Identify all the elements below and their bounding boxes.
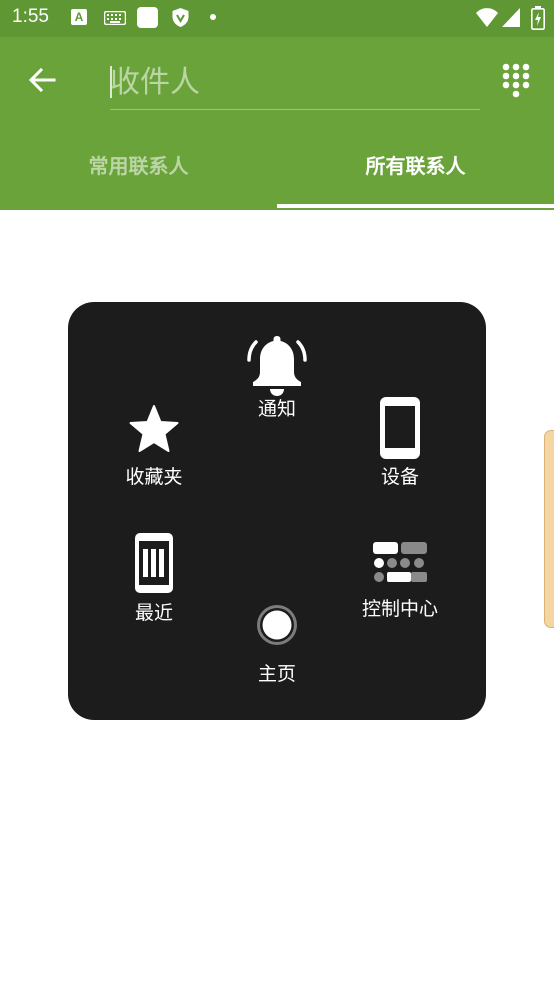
phone-device-icon [380, 397, 420, 459]
cell-signal-icon [502, 8, 520, 27]
menu-item-home[interactable]: 主页 [237, 602, 317, 685]
star-icon [129, 405, 179, 452]
menu-label-home: 主页 [257, 663, 296, 685]
menu-item-control-center[interactable]: 控制中心 [350, 540, 450, 620]
selected-tab-indicator [277, 204, 554, 208]
menu-item-favorites[interactable]: 收藏夹 [114, 404, 194, 488]
home-circle-icon [257, 605, 297, 645]
contacts-tabs: 常用联系人 所有联系人 [0, 135, 554, 210]
back-arrow-icon[interactable] [22, 59, 64, 101]
menu-label-control-center: 控制中心 [361, 598, 438, 620]
menu-item-recents[interactable]: 最近 [114, 532, 194, 624]
bell-icon [247, 336, 307, 396]
text-cursor [110, 66, 112, 98]
menu-label-notifications: 通知 [257, 398, 296, 420]
menu-item-device[interactable]: 设备 [360, 396, 440, 488]
edge-panel-handle[interactable] [544, 430, 554, 628]
shield-icon [172, 8, 189, 27]
status-time: 1:55 [12, 6, 49, 27]
menu-label-favorites: 收藏夹 [125, 466, 183, 488]
recents-icon [135, 533, 173, 593]
accessibility-a-icon: A [71, 9, 87, 25]
battery-icon [531, 6, 545, 30]
tab-all-contacts[interactable]: 所有联系人 [277, 135, 554, 210]
dialpad-icon[interactable] [500, 61, 532, 101]
recipient-field[interactable] [110, 59, 480, 110]
status-bar: 1:55 A [0, 0, 554, 37]
wifi-icon [476, 8, 498, 27]
app-notification-icon [137, 7, 158, 28]
menu-label-device: 设备 [380, 466, 419, 488]
menu-label-recents: 最近 [134, 602, 173, 624]
app-bar: 常用联系人 所有联系人 [0, 37, 554, 210]
keyboard-icon [104, 11, 126, 25]
more-notifications-dot-icon [210, 14, 216, 20]
menu-item-notifications[interactable]: 通知 [237, 332, 317, 420]
control-center-icon [373, 542, 427, 582]
recipient-input[interactable] [110, 59, 480, 105]
assistive-touch-menu: 通知 收藏夹 设备 最近 控制中心 主页 [68, 302, 486, 720]
tab-frequent-contacts[interactable]: 常用联系人 [0, 135, 277, 210]
